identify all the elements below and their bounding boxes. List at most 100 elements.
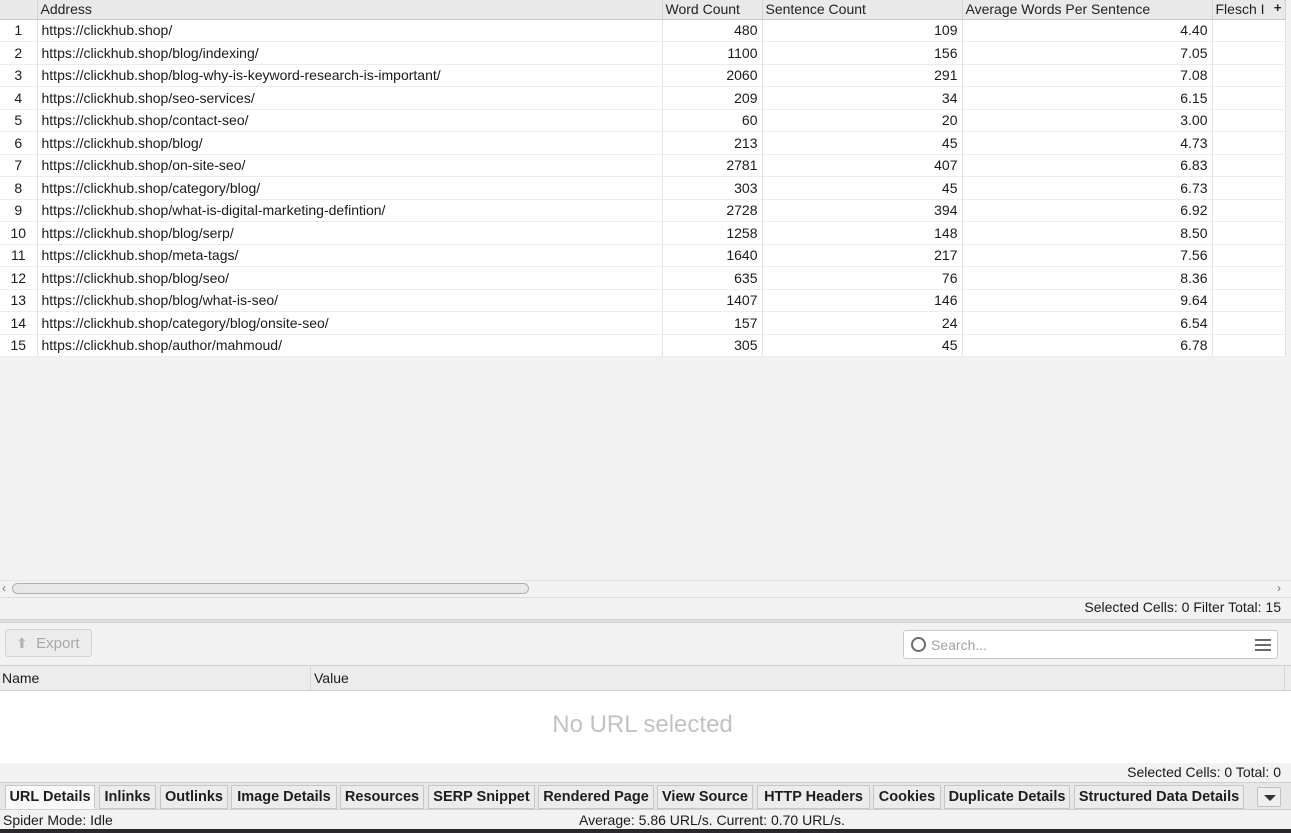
- row-index[interactable]: 10: [0, 221, 38, 245]
- address-cell[interactable]: https://clickhub.shop/blog/seo/: [37, 266, 663, 290]
- details-column-name[interactable]: Name: [0, 666, 311, 690]
- address-cell[interactable]: https://clickhub.shop/on-site-seo/: [37, 154, 663, 177]
- address-cell[interactable]: https://clickhub.shop/blog-why-is-keywor…: [37, 64, 663, 87]
- avg-words-cell[interactable]: 4.40: [962, 19, 1213, 42]
- word-count-cell[interactable]: 209: [662, 86, 763, 110]
- sentence-count-cell[interactable]: 217: [762, 244, 963, 267]
- row-index[interactable]: 4: [0, 86, 38, 110]
- row-index[interactable]: 5: [0, 109, 38, 132]
- table-row[interactable]: 3 https://clickhub.shop/blog-why-is-keywo…: [0, 64, 1286, 87]
- tab-overflow-chevron-down-icon[interactable]: [1257, 787, 1281, 807]
- row-index[interactable]: 2: [0, 41, 38, 65]
- flesch-cell[interactable]: [1212, 221, 1286, 245]
- row-index[interactable]: 11: [0, 244, 38, 267]
- table-row[interactable]: 1 https://clickhub.shop/480 109 4.40: [0, 19, 1286, 42]
- word-count-cell[interactable]: 213: [662, 131, 763, 155]
- avg-words-cell[interactable]: 7.05: [962, 41, 1213, 65]
- avg-words-cell[interactable]: 8.36: [962, 266, 1213, 290]
- row-index[interactable]: 15: [0, 334, 38, 357]
- sentence-count-cell[interactable]: 148: [762, 221, 963, 245]
- word-count-cell[interactable]: 305: [662, 334, 763, 357]
- avg-words-cell[interactable]: 6.78: [962, 334, 1213, 357]
- table-row[interactable]: 14 https://clickhub.shop/category/blog/on…: [0, 311, 1286, 335]
- word-count-cell[interactable]: 1100: [662, 41, 763, 65]
- sentence-count-cell[interactable]: 34: [762, 86, 963, 110]
- address-cell[interactable]: https://clickhub.shop/blog/what-is-seo/: [37, 289, 663, 312]
- export-button[interactable]: ⬆ Export: [5, 629, 92, 657]
- flesch-cell[interactable]: [1212, 199, 1286, 222]
- address-cell[interactable]: https://clickhub.shop/blog/indexing/: [37, 41, 663, 65]
- tab-inlinks[interactable]: Inlinks: [99, 785, 156, 809]
- table-row[interactable]: 5 https://clickhub.shop/contact-seo/60 20 3…: [0, 109, 1286, 132]
- table-row[interactable]: 11 https://clickhub.shop/meta-tags/1640 21…: [0, 244, 1286, 267]
- tab-duplicate-details[interactable]: Duplicate Details: [944, 785, 1070, 809]
- row-index[interactable]: 12: [0, 266, 38, 290]
- flesch-cell[interactable]: [1212, 41, 1286, 65]
- avg-words-cell[interactable]: 3.00: [962, 109, 1213, 132]
- address-cell[interactable]: https://clickhub.shop/contact-seo/: [37, 109, 663, 132]
- tab-serp-snippet[interactable]: SERP Snippet: [428, 785, 535, 809]
- sentence-count-cell[interactable]: 45: [762, 334, 963, 357]
- tab-resources[interactable]: Resources: [340, 785, 424, 809]
- avg-words-cell[interactable]: 6.83: [962, 154, 1213, 177]
- row-index[interactable]: 13: [0, 289, 38, 312]
- word-count-cell[interactable]: 2060: [662, 64, 763, 87]
- row-index[interactable]: 9: [0, 199, 38, 222]
- tab-structured-data-details[interactable]: Structured Data Details: [1074, 785, 1244, 809]
- column-header-index[interactable]: [0, 0, 38, 20]
- avg-words-cell[interactable]: 9.64: [962, 289, 1213, 312]
- sentence-count-cell[interactable]: 109: [762, 19, 963, 42]
- table-row[interactable]: 8 https://clickhub.shop/category/blog/303…: [0, 176, 1286, 200]
- address-cell[interactable]: https://clickhub.shop/: [37, 19, 663, 42]
- word-count-cell[interactable]: 157: [662, 311, 763, 335]
- scrollbar-thumb[interactable]: [12, 583, 529, 594]
- row-index[interactable]: 7: [0, 154, 38, 177]
- flesch-cell[interactable]: [1212, 131, 1286, 155]
- table-row[interactable]: 10 https://clickhub.shop/blog/serp/1258 14…: [0, 221, 1286, 245]
- table-row[interactable]: 13 https://clickhub.shop/blog/what-is-seo…: [0, 289, 1286, 312]
- pane-splitter[interactable]: [0, 619, 1291, 623]
- table-row[interactable]: 12 https://clickhub.shop/blog/seo/635 76 8.…: [0, 266, 1286, 290]
- table-row[interactable]: 2 https://clickhub.shop/blog/indexing/110…: [0, 41, 1286, 65]
- avg-words-cell[interactable]: 6.54: [962, 311, 1213, 335]
- flesch-cell[interactable]: [1212, 244, 1286, 267]
- column-header-word-count[interactable]: Word Count: [662, 0, 763, 20]
- horizontal-scrollbar[interactable]: ‹ ›: [0, 580, 1291, 596]
- sentence-count-cell[interactable]: 45: [762, 176, 963, 200]
- sentence-count-cell[interactable]: 20: [762, 109, 963, 132]
- sentence-count-cell[interactable]: 156: [762, 41, 963, 65]
- word-count-cell[interactable]: 635: [662, 266, 763, 290]
- avg-words-cell[interactable]: 6.73: [962, 176, 1213, 200]
- address-cell[interactable]: https://clickhub.shop/category/blog/: [37, 176, 663, 200]
- sentence-count-cell[interactable]: 394: [762, 199, 963, 222]
- sentence-count-cell[interactable]: 146: [762, 289, 963, 312]
- word-count-cell[interactable]: 303: [662, 176, 763, 200]
- sentence-count-cell[interactable]: 291: [762, 64, 963, 87]
- flesch-cell[interactable]: [1212, 176, 1286, 200]
- row-index[interactable]: 14: [0, 311, 38, 335]
- avg-words-cell[interactable]: 7.56: [962, 244, 1213, 267]
- word-count-cell[interactable]: 1258: [662, 221, 763, 245]
- avg-words-cell[interactable]: 8.50: [962, 221, 1213, 245]
- address-cell[interactable]: https://clickhub.shop/category/blog/onsi…: [37, 311, 663, 335]
- scroll-left-icon[interactable]: ‹: [2, 581, 6, 595]
- avg-words-cell[interactable]: 6.15: [962, 86, 1213, 110]
- row-index[interactable]: 6: [0, 131, 38, 155]
- scroll-right-icon[interactable]: ›: [1277, 581, 1281, 595]
- address-cell[interactable]: https://clickhub.shop/meta-tags/: [37, 244, 663, 267]
- column-header-sentence-count[interactable]: Sentence Count: [762, 0, 963, 20]
- row-index[interactable]: 8: [0, 176, 38, 200]
- search-input[interactable]: [931, 634, 1241, 656]
- table-row[interactable]: 4 https://clickhub.shop/seo-services/209 3…: [0, 86, 1286, 110]
- sentence-count-cell[interactable]: 407: [762, 154, 963, 177]
- flesch-cell[interactable]: [1212, 86, 1286, 110]
- tab-image-details[interactable]: Image Details: [231, 785, 337, 809]
- column-header-flesch[interactable]: Flesch I +: [1212, 0, 1286, 20]
- row-index[interactable]: 3: [0, 64, 38, 87]
- tab-http-headers[interactable]: HTTP Headers: [757, 785, 870, 809]
- tab-view-source[interactable]: View Source: [657, 785, 753, 809]
- sliders-icon[interactable]: [1255, 637, 1271, 653]
- address-cell[interactable]: https://clickhub.shop/blog/serp/: [37, 221, 663, 245]
- tab-cookies[interactable]: Cookies: [873, 785, 941, 809]
- flesch-cell[interactable]: [1212, 311, 1286, 335]
